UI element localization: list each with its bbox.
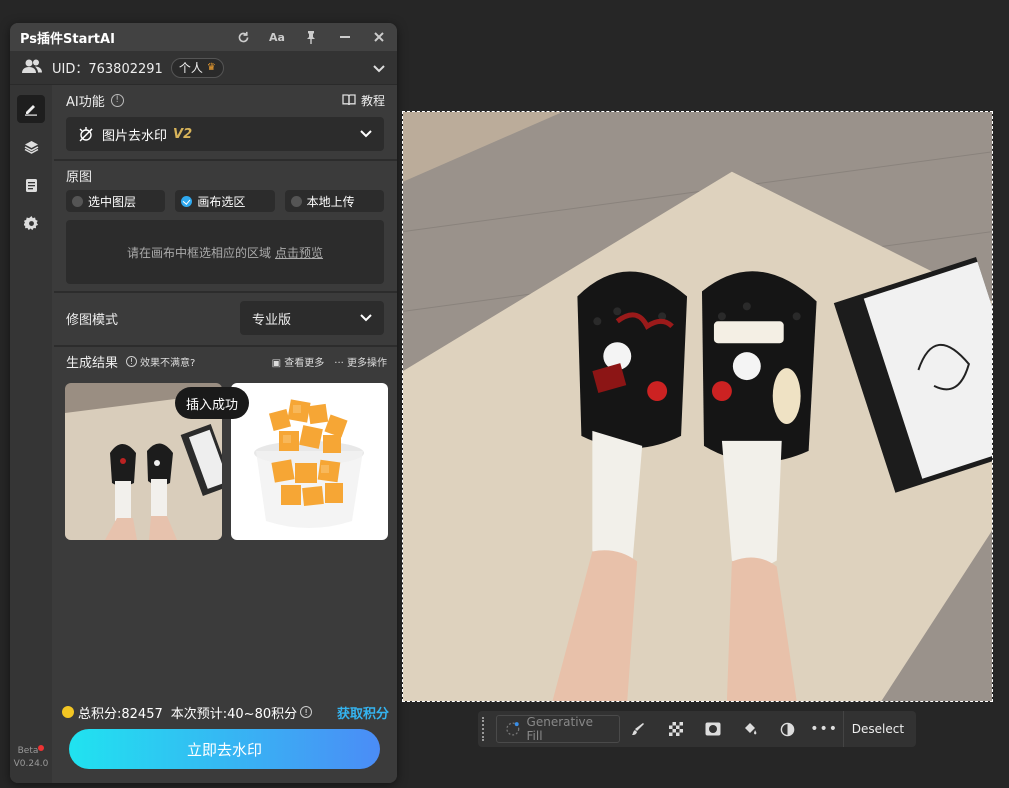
gallery-icon: ▣ <box>271 357 282 369</box>
chevron-down-icon[interactable] <box>373 58 385 77</box>
source-option-label: 选中图层 <box>88 194 137 209</box>
source-option-label: 画布选区 <box>197 194 246 209</box>
tutorial-link[interactable]: 教程 <box>342 92 385 109</box>
startai-plugin-panel: Ps插件StartAI Aa UID：763802291 个人 ♛ Beta V… <box>10 23 397 783</box>
feature-version: V2 <box>173 126 193 142</box>
beta-label: Beta <box>17 746 39 756</box>
crown-icon: ♛ <box>206 62 216 73</box>
canvas-selection[interactable] <box>402 111 993 702</box>
fill-bucket-icon[interactable] <box>731 715 768 743</box>
mask-icon[interactable] <box>694 715 731 743</box>
brush-icon[interactable] <box>620 715 657 743</box>
close-icon[interactable] <box>371 29 387 45</box>
pin-icon[interactable] <box>303 29 319 45</box>
refresh-icon[interactable] <box>235 29 251 45</box>
user-id: UID：763802291 <box>52 62 163 77</box>
get-points-link[interactable]: 获取积分 <box>337 703 389 722</box>
sidebar-item-history[interactable] <box>17 171 45 199</box>
preview-link[interactable]: 点击预览 <box>275 244 323 261</box>
plugin-sidebar: Beta V0.24.0 <box>10 85 52 783</box>
book-icon <box>342 94 356 106</box>
users-icon <box>22 58 42 78</box>
ai-section-label: AI功能 <box>66 94 105 110</box>
transparency-grid-icon[interactable] <box>657 715 694 743</box>
info-icon[interactable]: ! <box>110 93 124 107</box>
results-header: 生成结果 ! 效果不满意? ▣ 查看更多 ··· 更多操作 <box>54 347 397 375</box>
panel-title: Ps插件StartAI <box>20 31 115 47</box>
radio-checked-icon <box>181 195 193 207</box>
remove-watermark-button[interactable]: 立即去水印 <box>69 729 380 769</box>
generative-fill-label: Generative Fill <box>526 715 594 743</box>
mode-label: 修图模式 <box>66 312 119 328</box>
chevron-down-icon <box>360 311 372 326</box>
source-option-upload[interactable]: 本地上传 <box>284 190 384 212</box>
photoshop-workspace: Ps插件StartAI Aa UID：763802291 个人 ♛ Beta V… <box>0 0 1009 788</box>
radio-off-icon <box>290 195 302 207</box>
deselect-button[interactable]: Deselect <box>842 711 912 747</box>
more-actions-label: 更多操作 <box>347 357 387 369</box>
more-actions-link[interactable]: ··· 更多操作 <box>334 354 387 369</box>
points-row: 总积分:82457 本次预计:40~80积分 ! 获取积分 <box>54 695 397 729</box>
layers-icon <box>24 141 38 154</box>
tutorial-label: 教程 <box>360 93 385 108</box>
view-more-link[interactable]: ▣ 查看更多 <box>272 354 325 369</box>
coin-icon <box>62 706 74 718</box>
feature-select[interactable]: 图片去水印 V2 <box>66 117 384 151</box>
sidebar-item-layers[interactable] <box>17 133 45 161</box>
more-icon: ··· <box>334 357 344 369</box>
source-options: 选中图层 画布选区 本地上传 <box>54 189 397 213</box>
toast-notification: 插入成功 <box>175 387 250 419</box>
source-section-header: 原图 <box>54 161 397 189</box>
version-info: Beta V0.24.0 <box>10 745 52 771</box>
panel-titlebar: Ps插件StartAI Aa <box>10 23 397 51</box>
canvas-hint: 请在画布中框选相应的区域 <box>126 245 271 260</box>
chevron-down-icon <box>360 127 372 142</box>
plugin-content: AI功能 ! 教程 图片去水印 V2 原图 选中图层 画布选区 本地上传 请在画… <box>54 85 397 783</box>
sparkle-icon <box>506 722 520 736</box>
source-label: 原图 <box>66 169 93 185</box>
source-option-label: 本地上传 <box>306 194 355 209</box>
font-size-icon[interactable]: Aa <box>269 29 285 45</box>
result-thumbnail-mango[interactable] <box>231 383 388 540</box>
estimate-points: 本次预计:40~80积分 <box>170 706 298 722</box>
document-icon <box>25 178 37 192</box>
source-option-canvas[interactable]: 画布选区 <box>175 190 275 212</box>
results-label: 生成结果 <box>66 355 119 371</box>
plugin-footer: 总积分:82457 本次预计:40~80积分 ! 获取积分 立即去水印 <box>54 695 397 783</box>
sidebar-item-edit[interactable] <box>17 95 45 123</box>
sidebar-item-settings[interactable] <box>17 209 45 237</box>
contextual-task-bar: Generative Fill ••• Deselect <box>478 711 916 747</box>
canvas-photo <box>403 112 992 701</box>
info-icon: ! <box>126 355 138 367</box>
feature-name: 图片去水印 <box>102 128 168 144</box>
account-type-label: 个人 <box>178 61 203 75</box>
more-options-icon[interactable]: ••• <box>806 715 843 743</box>
source-option-layer[interactable]: 选中图层 <box>66 190 166 212</box>
minimize-icon[interactable] <box>337 29 353 45</box>
user-bar[interactable]: UID：763802291 个人 ♛ <box>10 51 397 85</box>
total-points: 总积分:82457 <box>78 706 163 722</box>
generative-fill-button[interactable]: Generative Fill <box>495 715 620 743</box>
watermark-remove-icon <box>79 127 93 142</box>
ai-section-header: AI功能 ! 教程 <box>54 85 397 115</box>
radio-off-icon <box>72 195 83 207</box>
version-label: V0.24.0 <box>13 759 49 769</box>
mode-value: 专业版 <box>252 312 292 328</box>
feedback-link[interactable]: ! 效果不满意? <box>126 354 195 369</box>
drag-handle[interactable] <box>482 717 488 741</box>
info-icon[interactable]: ! <box>300 706 313 718</box>
adjustment-icon[interactable] <box>768 715 805 743</box>
mode-row: 修图模式 专业版 <box>54 293 397 343</box>
canvas-selection-box[interactable]: 请在画布中框选相应的区域 点击预览 <box>66 220 384 284</box>
view-more-label: 查看更多 <box>284 357 325 369</box>
mode-select[interactable]: 专业版 <box>240 301 384 335</box>
feedback-label: 效果不满意? <box>140 357 196 369</box>
gear-icon <box>23 215 38 230</box>
beta-dot-icon <box>38 745 45 751</box>
account-type-badge: 个人 ♛ <box>170 57 224 78</box>
pencil-icon <box>25 105 37 116</box>
